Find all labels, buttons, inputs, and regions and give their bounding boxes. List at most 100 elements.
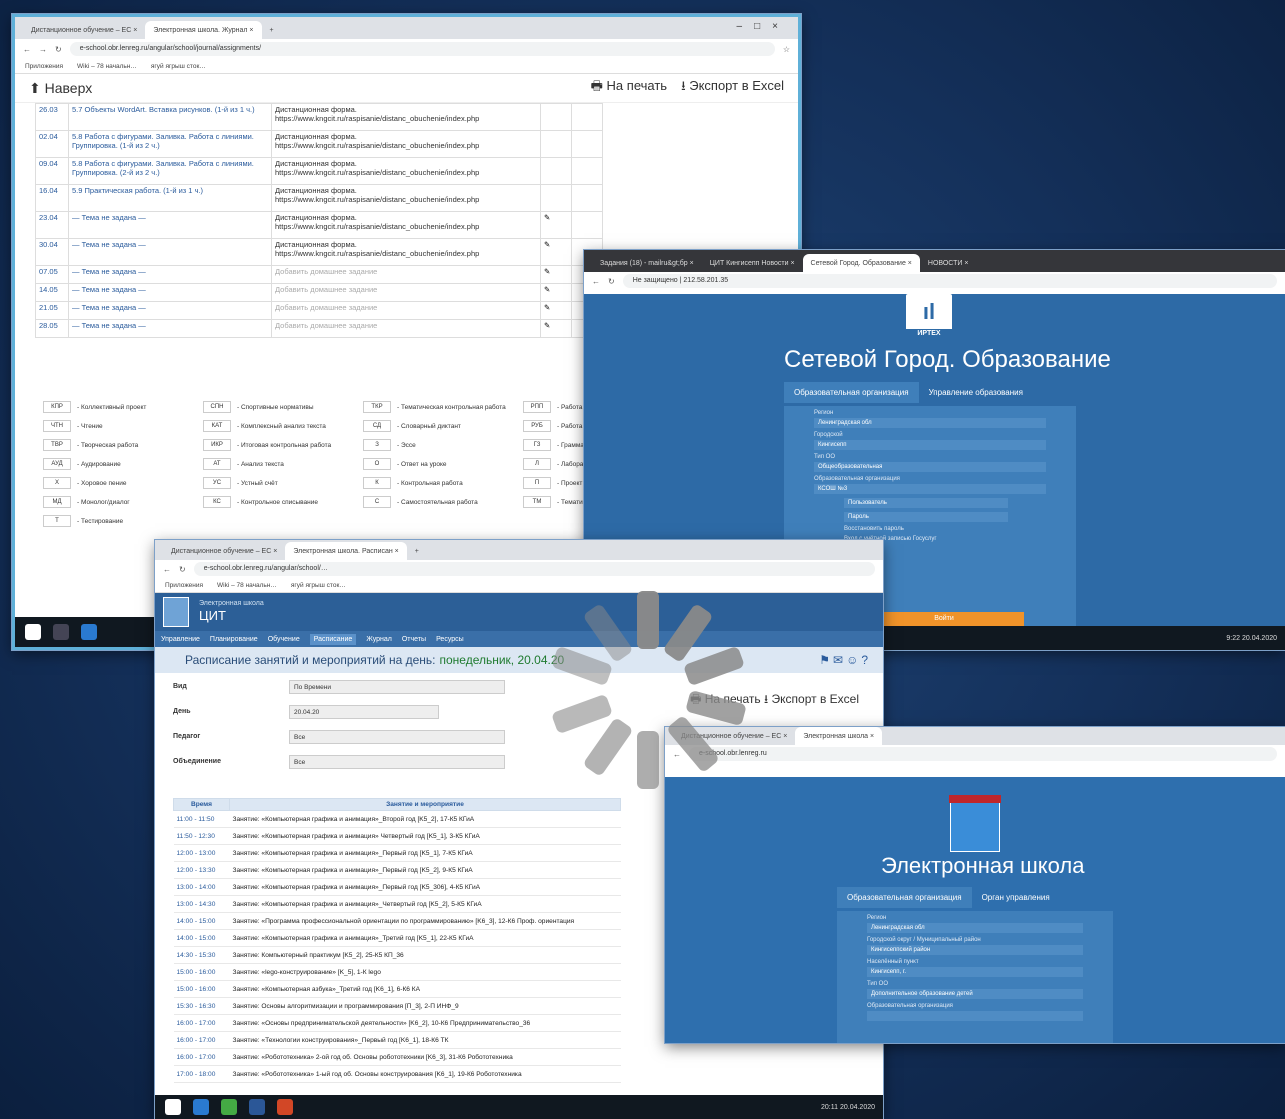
- browser-tab[interactable]: НОВОСТИ ×: [920, 254, 977, 272]
- homework-cell[interactable]: Дистанционная форма. https://www.kngcit.…: [271, 238, 541, 266]
- bookmark[interactable]: Wiki – 78 начальн…: [77, 63, 137, 70]
- browser-tab-active[interactable]: Сетевой Город. Образование ×: [802, 254, 920, 272]
- edit-icon[interactable]: ✎: [540, 283, 572, 302]
- browser-tab-active[interactable]: Электронная школа. Расписан ×: [285, 542, 407, 560]
- field-select[interactable]: КСОШ №3: [814, 484, 1046, 494]
- lesson-topic[interactable]: — Тема не задана —: [68, 301, 272, 320]
- lesson-topic[interactable]: 5.8 Работа с фигурами. Заливка. Работа с…: [68, 157, 272, 185]
- back-icon[interactable]: ←: [592, 277, 600, 286]
- lesson-topic[interactable]: — Тема не задана —: [68, 283, 272, 302]
- field-select[interactable]: Общеобразовательная: [814, 462, 1046, 472]
- password-input[interactable]: Пароль: [844, 512, 1008, 522]
- schedule-time[interactable]: 16:00 - 17:00: [173, 1014, 230, 1032]
- lesson-date[interactable]: 07.05: [35, 265, 69, 284]
- edit-icon[interactable]: [540, 130, 572, 158]
- field-select[interactable]: Дополнительное образование детей: [867, 989, 1083, 999]
- lesson-topic[interactable]: 5.8 Работа с фигурами. Заливка. Работа с…: [68, 130, 272, 158]
- new-tab-button[interactable]: +: [262, 21, 282, 39]
- edit-icon[interactable]: [540, 103, 572, 131]
- homework-cell[interactable]: Добавить домашнее задание: [271, 265, 541, 284]
- nav-up-link[interactable]: ⬆ Наверх: [29, 80, 92, 97]
- browser-tab[interactable]: Дистанционное обучение – ЕС ×: [163, 542, 285, 560]
- homework-cell[interactable]: Дистанционная форма. https://www.kngcit.…: [271, 157, 541, 185]
- grade-cell[interactable]: [571, 157, 603, 185]
- lesson-date[interactable]: 09.04: [35, 157, 69, 185]
- homework-cell[interactable]: Добавить домашнее задание: [271, 301, 541, 320]
- grade-cell[interactable]: [571, 211, 603, 239]
- browser-tab-active[interactable]: Электронная школа. Журнал ×: [145, 21, 262, 39]
- lesson-date[interactable]: 23.04: [35, 211, 69, 239]
- bookmark[interactable]: ягуй ягрыш сток…: [291, 582, 346, 589]
- login-button[interactable]: Войти: [864, 612, 1024, 626]
- grade-cell[interactable]: [571, 130, 603, 158]
- filter-select[interactable]: По Времени: [289, 680, 505, 694]
- homework-cell[interactable]: Дистанционная форма. https://www.kngcit.…: [271, 184, 541, 212]
- menu-item[interactable]: Ресурсы: [436, 636, 464, 643]
- field-select[interactable]: Кингисепп: [814, 440, 1046, 450]
- edit-icon[interactable]: ✎: [540, 211, 572, 239]
- tab-management[interactable]: Орган управления: [972, 887, 1060, 908]
- field-select[interactable]: Ленинградская обл: [814, 418, 1046, 428]
- edit-icon[interactable]: ✎: [540, 238, 572, 266]
- url-field[interactable]: e-school.obr.lenreg.ru/angular/school/…: [193, 562, 875, 576]
- lesson-date[interactable]: 16.04: [35, 184, 69, 212]
- back-icon[interactable]: ←: [673, 750, 681, 759]
- edit-icon[interactable]: [540, 184, 572, 212]
- new-tab-button[interactable]: +: [407, 542, 427, 560]
- edit-icon[interactable]: [540, 157, 572, 185]
- menu-item[interactable]: Управление: [161, 636, 200, 643]
- menu-item[interactable]: Журнал: [366, 636, 392, 643]
- browser-tab[interactable]: Задания (18) - mailru&gt;бр ×: [592, 254, 702, 272]
- lesson-topic[interactable]: 5.7 Объекты WordArt. Вставка рисунков. (…: [68, 103, 272, 131]
- edge-icon[interactable]: [193, 1099, 209, 1115]
- export-excel-button[interactable]: ⭳ Экспорт в Excel: [764, 692, 859, 706]
- schedule-time[interactable]: 11:50 - 12:30: [173, 827, 230, 845]
- tab-organization[interactable]: Образовательная организация: [837, 887, 972, 908]
- word-icon[interactable]: [249, 1099, 265, 1115]
- tab-organization[interactable]: Образовательная организация: [784, 382, 919, 403]
- homework-cell[interactable]: Дистанционная форма. https://www.kngcit.…: [271, 130, 541, 158]
- windows-start-icon[interactable]: [165, 1099, 181, 1115]
- filter-select[interactable]: Все: [289, 755, 505, 769]
- reload-icon[interactable]: ↻: [608, 277, 615, 286]
- schedule-time[interactable]: 13:00 - 14:30: [173, 895, 230, 913]
- schedule-time[interactable]: 17:00 - 18:00: [173, 1065, 230, 1083]
- field-select[interactable]: [867, 1011, 1083, 1021]
- chrome-icon[interactable]: [221, 1099, 237, 1115]
- menu-item[interactable]: Расписание: [309, 633, 357, 645]
- export-excel-button[interactable]: ⭳ Экспорт в Excel: [681, 77, 784, 99]
- menu-item[interactable]: Отчеты: [402, 636, 426, 643]
- bookmark[interactable]: Приложения: [25, 63, 63, 70]
- schedule-time[interactable]: 14:00 - 15:00: [173, 929, 230, 947]
- homework-cell[interactable]: Добавить домашнее задание: [271, 283, 541, 302]
- edit-icon[interactable]: ✎: [540, 265, 572, 284]
- field-select[interactable]: Ленинградская обл: [867, 923, 1083, 933]
- schedule-time[interactable]: 16:00 - 17:00: [173, 1031, 230, 1049]
- schedule-time[interactable]: 12:00 - 13:00: [173, 844, 230, 862]
- url-field[interactable]: e-school.obr.lenreg.ru/angular/school/jo…: [69, 42, 775, 56]
- lesson-topic[interactable]: 5.9 Практическая работа. (1-й из 1 ч.): [68, 184, 272, 212]
- tab-management[interactable]: Управление образования: [919, 382, 1033, 403]
- lesson-date[interactable]: 30.04: [35, 238, 69, 266]
- schedule-time[interactable]: 14:30 - 15:30: [173, 946, 230, 964]
- lesson-date[interactable]: 26.03: [35, 103, 69, 131]
- back-icon[interactable]: ←: [23, 45, 31, 54]
- schedule-time[interactable]: 15:00 - 16:00: [173, 963, 230, 981]
- lesson-date[interactable]: 02.04: [35, 130, 69, 158]
- schedule-time[interactable]: 16:00 - 17:00: [173, 1048, 230, 1066]
- powerpoint-icon[interactable]: [277, 1099, 293, 1115]
- edit-icon[interactable]: ✎: [540, 301, 572, 320]
- lesson-topic[interactable]: — Тема не задана —: [68, 211, 272, 239]
- edit-icon[interactable]: ✎: [540, 319, 572, 338]
- filter-select[interactable]: 20.04.20: [289, 705, 439, 719]
- homework-cell[interactable]: Добавить домашнее задание: [271, 319, 541, 338]
- schedule-time[interactable]: 14:00 - 15:00: [173, 912, 230, 930]
- windows-start-icon[interactable]: [25, 624, 41, 640]
- star-icon[interactable]: ☆: [783, 45, 790, 54]
- forward-icon[interactable]: →: [39, 45, 47, 54]
- grade-cell[interactable]: [571, 184, 603, 212]
- lesson-topic[interactable]: — Тема не задана —: [68, 238, 272, 266]
- grade-cell[interactable]: [571, 103, 603, 131]
- lesson-date[interactable]: 14.05: [35, 283, 69, 302]
- url-field[interactable]: Не защищено | 212.58.201.35: [622, 274, 1277, 288]
